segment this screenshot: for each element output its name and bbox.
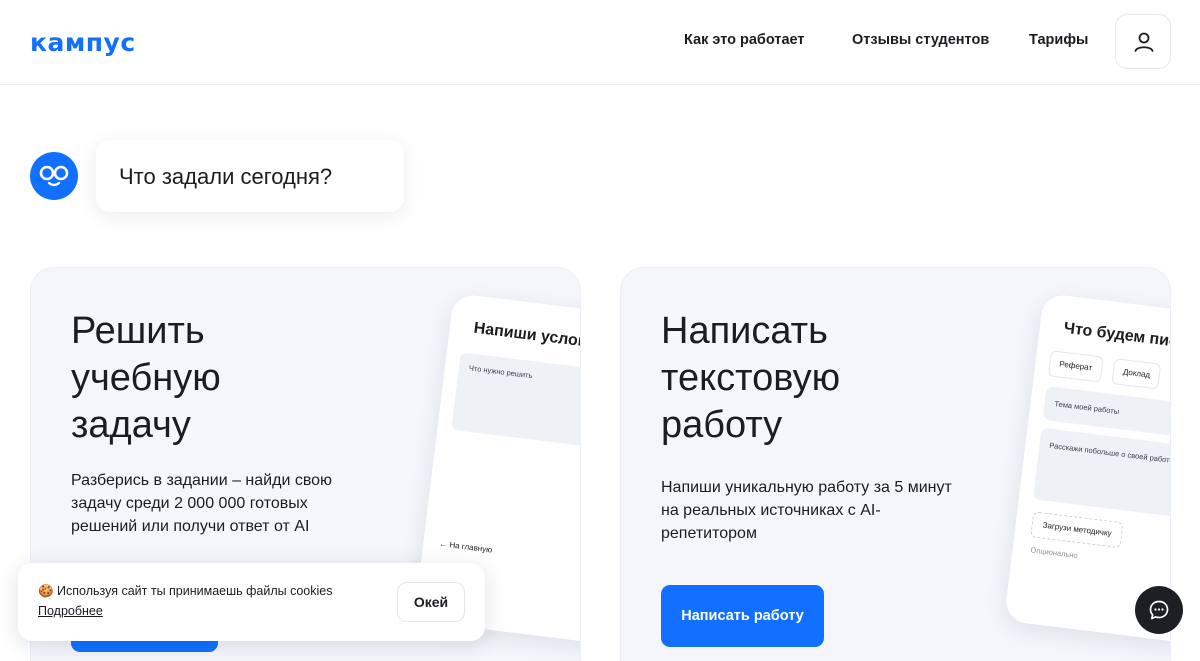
- mockup-field-placeholder: Что нужно решить: [468, 363, 533, 381]
- mockup-back-link: ← На главную: [438, 539, 493, 555]
- chat-bubble-icon: [1149, 600, 1169, 620]
- cookie-ok-button[interactable]: Окей: [397, 582, 465, 622]
- card-title: Решить учебную задачу: [71, 310, 221, 446]
- bot-avatar: [30, 152, 78, 200]
- mockup-upload-button: Загрузи методичку: [1030, 511, 1124, 549]
- write-work-card[interactable]: Написать текстовую работу Напиши уникаль…: [620, 267, 1171, 661]
- mockup-title: Что будем писать: [1062, 319, 1171, 354]
- chat-button[interactable]: [1135, 586, 1183, 634]
- greeting-text: Что задали сегодня?: [119, 164, 333, 189]
- card-title: Написать текстовую работу: [661, 310, 841, 446]
- profile-button[interactable]: [1115, 14, 1171, 69]
- header: кампус Как это работает Отзывы студентов…: [0, 0, 1200, 85]
- nav-reviews[interactable]: Отзывы студентов: [852, 32, 989, 48]
- bot-face-icon: [39, 165, 69, 187]
- nav-how-it-works[interactable]: Как это работает: [684, 32, 805, 48]
- write-work-button[interactable]: Написать работу: [661, 585, 824, 647]
- card-description: Напиши уникальную работу за 5 минут на р…: [661, 479, 952, 542]
- mockup-optional-label: Опционально: [1030, 545, 1079, 561]
- cookie-banner: 🍪 Используя сайт ты принимаешь файлы coo…: [18, 563, 485, 641]
- greeting-bubble: Что задали сегодня?: [96, 140, 404, 212]
- mockup-title: Напиши условие: [472, 319, 581, 353]
- user-icon: [1134, 32, 1154, 52]
- mockup-field: Что нужно решить: [451, 352, 580, 458]
- nav-pricing[interactable]: Тарифы: [1029, 32, 1088, 48]
- card-description: Разберись в задании – найди свою задачу …: [71, 472, 333, 535]
- mockup-chip-report: Доклад: [1111, 358, 1162, 390]
- logo[interactable]: кампус: [30, 28, 136, 57]
- mockup-details-field: Расскажи побольше о своей работе: [1032, 427, 1171, 528]
- mockup-topic-placeholder: Тема моей работы: [1054, 399, 1120, 417]
- mockup-chip-essay: Реферат: [1047, 350, 1104, 383]
- cookie-more-link[interactable]: Подробнее: [38, 604, 103, 618]
- mockup-details-placeholder: Расскажи побольше о своей работе: [1048, 440, 1171, 466]
- cookie-text: 🍪 Используя сайт ты принимаешь файлы coo…: [38, 584, 333, 598]
